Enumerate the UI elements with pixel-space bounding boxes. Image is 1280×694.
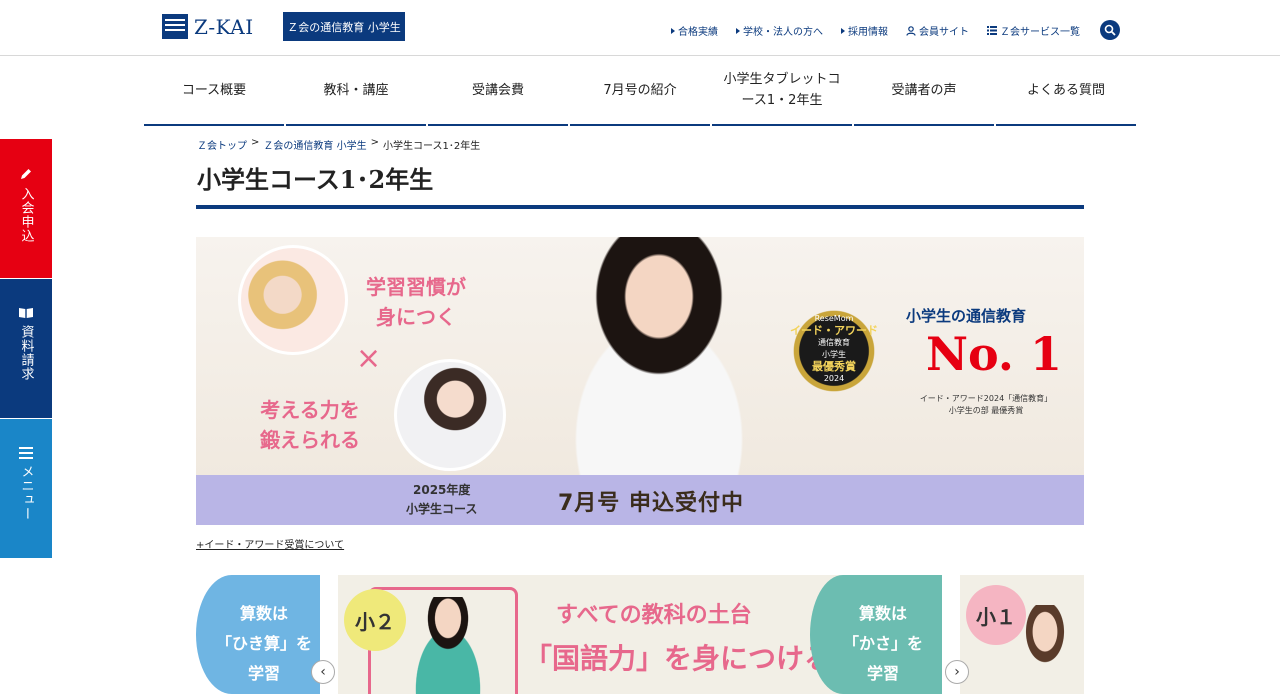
side-tab-apply-label: 入会申込 <box>18 187 34 243</box>
side-tab-menu-label: メニュー <box>18 465 34 521</box>
util-link-services[interactable]: Ｚ会サービス一覧 <box>987 23 1080 38</box>
no1-caption: 小学生の通信教育 <box>906 307 1027 325</box>
award-medal-icon: ReseMom イード・アワード 通信教育 小学生 最優秀賞 2024 <box>768 289 900 413</box>
nav-tab-faq[interactable]: よくある質問 <box>996 56 1136 126</box>
util-link-schools[interactable]: 学校・法人の方へ <box>736 23 823 38</box>
mother-child-photo <box>238 245 348 355</box>
nav-tab-subjects[interactable]: 教科・講座 <box>286 56 426 126</box>
chevron-left-icon: ‹ <box>320 664 326 680</box>
carousel-slide-japanese[interactable]: 小２ すべての教科の土台 「国語力」を身につける 算数は 「かさ」を 学習 <box>338 575 942 694</box>
grade-badge-1: 小１ <box>966 585 1026 645</box>
zkai-logo[interactable]: Z-KAI <box>162 14 254 39</box>
zkai-logo-mark-icon <box>162 14 188 39</box>
carousel-prev-button[interactable]: ‹ <box>311 660 335 684</box>
triangle-right-icon <box>736 27 740 34</box>
studying-girl-photo <box>514 237 804 475</box>
util-link-recruit[interactable]: 採用情報 <box>841 23 888 38</box>
no1-headline: No. 1 <box>926 327 1062 381</box>
carousel-slide-grade1[interactable]: 小１ <box>960 575 1084 694</box>
carousel-next-button[interactable]: › <box>945 660 969 684</box>
triangle-right-icon <box>841 27 845 34</box>
logo-text: Z-KAI <box>194 14 254 39</box>
side-tab-request-materials[interactable]: 資料請求 <box>0 279 52 418</box>
award-info-link[interactable]: +イード・アワード受賞について <box>196 536 344 551</box>
book-icon <box>19 308 33 318</box>
triangle-right-icon <box>671 27 675 34</box>
site-header: Z-KAI Ｚ会の通信教育 小学生 合格実績 学校・法人の方へ 採用情報 会員サ… <box>0 0 1280 56</box>
user-icon <box>906 25 916 36</box>
search-icon <box>1104 24 1116 36</box>
list-icon <box>987 26 997 35</box>
util-link-results[interactable]: 合格実績 <box>671 23 718 38</box>
hero-habit-text: 学習習慣が 身につく <box>366 275 466 329</box>
nav-tab-tablet-course[interactable]: 小学生タブレットコース1・2年生 <box>712 56 852 126</box>
slide-heading-foundation: すべての教科の土台 <box>556 603 752 628</box>
search-button[interactable] <box>1100 20 1120 40</box>
nav-tab-testimonials[interactable]: 受講者の声 <box>854 56 994 126</box>
nav-tab-course-overview[interactable]: コース概要 <box>144 56 284 126</box>
breadcrumb-separator: > <box>251 137 260 148</box>
global-nav: コース概要 教科・講座 受講会費 7月号の紹介 小学生タブレットコース1・2年生… <box>144 56 1136 126</box>
award-medal-text: ReseMom イード・アワード 通信教育 小学生 最優秀賞 2024 <box>790 314 878 383</box>
times-symbol: × <box>356 341 382 376</box>
grade-badge-2: 小２ <box>344 589 406 651</box>
chevron-right-icon: › <box>954 664 960 680</box>
utility-nav: 合格実績 学校・法人の方へ 採用情報 会員サイト Ｚ会サービス一覧 <box>671 23 1080 38</box>
boy-photo <box>398 597 498 694</box>
hamburger-icon <box>19 447 33 459</box>
hero-think-text: 考える力を 鍛えられる <box>260 398 360 452</box>
page-title: 小学生コース1･2年生 <box>197 165 434 194</box>
carousel-slide-subtraction[interactable]: 算数は 「ひき算」を 学習 <box>196 575 320 694</box>
side-tab-menu[interactable]: メニュー <box>0 419 52 558</box>
breadcrumb-elementary[interactable]: Ｚ会の通信教育 小学生 <box>263 137 366 152</box>
breadcrumb: Ｚ会トップ > Ｚ会の通信教育 小学生 > 小学生コース1･2年生 <box>197 137 480 152</box>
no1-subtext: イード・アワード2024「通信教育」 小学生の部 最優秀賞 <box>919 394 1053 415</box>
breadcrumb-separator: > <box>370 137 379 148</box>
thinking-girl-photo <box>394 359 506 471</box>
carousel-slide-volume: 算数は 「かさ」を 学習 <box>810 575 942 694</box>
nav-tab-july-issue[interactable]: 7月号の紹介 <box>570 56 710 126</box>
pencil-icon <box>21 169 31 179</box>
service-badge-link[interactable]: Ｚ会の通信教育 小学生 <box>283 12 405 41</box>
hero-banner[interactable]: 学習習慣が 身につく × 考える力を 鍛えられる ReseMom イード・アワー… <box>196 237 1084 525</box>
hero-month-text: 7月号 申込受付中 <box>558 491 744 516</box>
slide-heading-japanese: 「国語力」を身につける <box>524 642 833 675</box>
side-tab-apply[interactable]: 入会申込 <box>0 139 52 278</box>
hero-announcement-strip: 2025年度 小学生コース 7月号 申込受付中 <box>196 475 1084 525</box>
side-tab-request-label: 資料請求 <box>18 325 34 381</box>
hero-year-text: 2025年度 小学生コース <box>406 483 478 516</box>
title-divider <box>196 205 1084 209</box>
nav-tab-fees[interactable]: 受講会費 <box>428 56 568 126</box>
breadcrumb-zkai-top[interactable]: Ｚ会トップ <box>197 137 247 152</box>
breadcrumb-current: 小学生コース1･2年生 <box>382 141 481 152</box>
util-link-member-site[interactable]: 会員サイト <box>906 23 969 38</box>
